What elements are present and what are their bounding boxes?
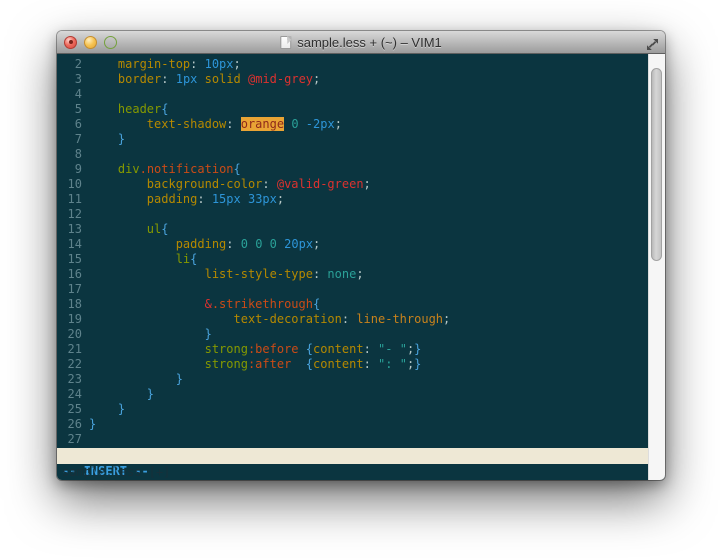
line-text: &.strikethrough{ — [89, 297, 320, 312]
code-line[interactable]: 24 } — [57, 387, 648, 402]
code-area[interactable]: 2 margin-top: 10px;3 border: 1px solid @… — [57, 54, 648, 448]
line-number: 20 — [57, 327, 82, 342]
code-line[interactable]: 6 text-shadow: orange 0 -2px; — [57, 117, 648, 132]
vim-statusline: sample.less [+] 3,33 Bot — [57, 448, 648, 464]
zoom-button[interactable] — [104, 36, 117, 49]
line-text: strong:before {content: "- ";} — [89, 342, 421, 357]
code-line[interactable]: 25 } — [57, 402, 648, 417]
code-line[interactable]: 27 — [57, 432, 648, 447]
window-title: sample.less + (~) – VIM1 — [297, 35, 442, 50]
desktop: sample.less + (~) – VIM1 2 margin-top: 1… — [0, 0, 720, 559]
line-number: 16 — [57, 267, 82, 282]
code-line[interactable]: 18 &.strikethrough{ — [57, 297, 648, 312]
line-text: div.notification{ — [89, 162, 241, 177]
line-number: 5 — [57, 102, 82, 117]
line-text: background-color: @valid-green; — [89, 177, 371, 192]
line-text: text-shadow: orange 0 -2px; — [89, 117, 342, 132]
code-line[interactable]: 10 background-color: @valid-green; — [57, 177, 648, 192]
code-line[interactable]: 12 — [57, 207, 648, 222]
line-number: 14 — [57, 237, 82, 252]
code-line[interactable]: 20 } — [57, 327, 648, 342]
code-line[interactable]: 3 border: 1px solid @mid-grey; — [57, 72, 648, 87]
titlebar[interactable]: sample.less + (~) – VIM1 — [57, 31, 665, 54]
line-number: 4 — [57, 87, 82, 102]
line-number: 18 — [57, 297, 82, 312]
code-line[interactable]: 2 margin-top: 10px; — [57, 57, 648, 72]
line-number: 17 — [57, 282, 82, 297]
line-text: } — [89, 372, 183, 387]
code-line[interactable]: 26} — [57, 417, 648, 432]
line-number: 9 — [57, 162, 82, 177]
editor-main: 2 margin-top: 10px;3 border: 1px solid @… — [57, 54, 665, 480]
code-line[interactable]: 23 } — [57, 372, 648, 387]
code-line[interactable]: 11 padding: 15px 33px; — [57, 192, 648, 207]
line-number: 12 — [57, 207, 82, 222]
code-line[interactable]: 21 strong:before {content: "- ";} — [57, 342, 648, 357]
code-line[interactable]: 13 ul{ — [57, 222, 648, 237]
scrollbar-thumb[interactable] — [651, 68, 662, 261]
statusline-filename: sample.less [+] — [62, 464, 170, 480]
line-text: } — [89, 387, 154, 402]
line-number: 11 — [57, 192, 82, 207]
line-text: li{ — [89, 252, 197, 267]
line-number: 6 — [57, 117, 82, 132]
line-number: 15 — [57, 252, 82, 267]
code-line[interactable]: 4 — [57, 87, 648, 102]
line-number: 3 — [57, 72, 82, 87]
scrollbar-track[interactable] — [648, 54, 665, 480]
close-button[interactable] — [64, 36, 77, 49]
traffic-lights — [64, 36, 117, 49]
code-line[interactable]: 16 list-style-type: none; — [57, 267, 648, 282]
code-line[interactable]: 7 } — [57, 132, 648, 147]
document-proxy-icon[interactable] — [280, 36, 291, 49]
line-text: text-decoration: line-through; — [89, 312, 450, 327]
window-title-group: sample.less + (~) – VIM1 — [280, 31, 442, 53]
line-text: } — [89, 402, 125, 417]
code-line[interactable]: 22 strong:after {content: ": ";} — [57, 357, 648, 372]
line-number: 13 — [57, 222, 82, 237]
line-text: } — [89, 417, 96, 432]
fullscreen-icon[interactable] — [646, 36, 659, 49]
code-line[interactable]: 15 li{ — [57, 252, 648, 267]
code-line[interactable]: 5 header{ — [57, 102, 648, 117]
line-number: 22 — [57, 357, 82, 372]
line-text: padding: 15px 33px; — [89, 192, 284, 207]
line-number: 26 — [57, 417, 82, 432]
line-text: ul{ — [89, 222, 168, 237]
vim-window: sample.less + (~) – VIM1 2 margin-top: 1… — [57, 31, 665, 480]
line-number: 8 — [57, 147, 82, 162]
line-text: border: 1px solid @mid-grey; — [89, 72, 320, 87]
line-number: 10 — [57, 177, 82, 192]
line-number: 27 — [57, 432, 82, 447]
line-number: 23 — [57, 372, 82, 387]
line-text: padding: 0 0 0 20px; — [89, 237, 320, 252]
line-text: margin-top: 10px; — [89, 57, 241, 72]
line-number: 21 — [57, 342, 82, 357]
editor-column: 2 margin-top: 10px;3 border: 1px solid @… — [57, 54, 648, 480]
line-text: list-style-type: none; — [89, 267, 364, 282]
code-line[interactable]: 14 padding: 0 0 0 20px; — [57, 237, 648, 252]
line-text: } — [89, 327, 212, 342]
line-number: 2 — [57, 57, 82, 72]
code-line[interactable]: 19 text-decoration: line-through; — [57, 312, 648, 327]
line-text: strong:after {content: ": ";} — [89, 357, 421, 372]
minimize-button[interactable] — [84, 36, 97, 49]
line-number: 7 — [57, 132, 82, 147]
code-line[interactable]: 9 div.notification{ — [57, 162, 648, 177]
line-text: header{ — [89, 102, 169, 117]
line-number: 19 — [57, 312, 82, 327]
line-number: 24 — [57, 387, 82, 402]
code-line[interactable]: 17 — [57, 282, 648, 297]
line-number: 25 — [57, 402, 82, 417]
code-line[interactable]: 8 — [57, 147, 648, 162]
line-text: } — [89, 132, 125, 147]
